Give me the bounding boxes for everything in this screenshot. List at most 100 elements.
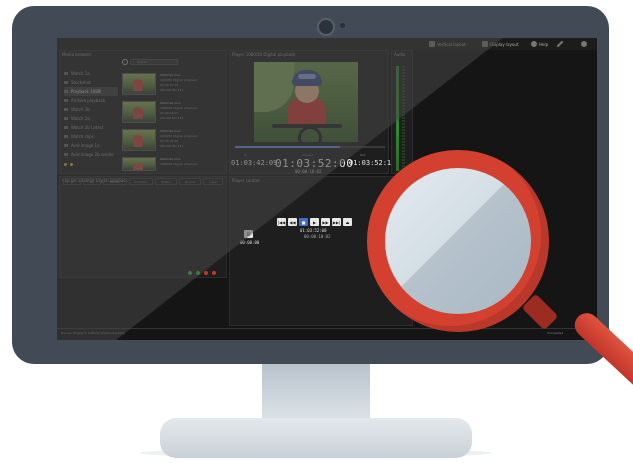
folder-label: Stockshot — [71, 80, 91, 85]
topbar-button-label: Vertical layout — [437, 41, 466, 47]
timecode-in: 01:03:42:09 — [231, 159, 278, 167]
status-divider — [57, 328, 597, 329]
star-icon[interactable] — [70, 163, 73, 166]
folder-list: Watch 1a Stockshot Playback 1080i Archiv… — [64, 69, 118, 159]
clip-thumbnail[interactable] — [122, 73, 156, 95]
record-button[interactable]: B — [244, 230, 253, 238]
star-icon[interactable] — [64, 163, 67, 166]
wrench-icon — [556, 40, 564, 48]
record-timecode: 00:00:00 — [240, 240, 260, 245]
status-dot-green — [196, 271, 200, 275]
folder-icon — [64, 153, 68, 156]
control-timecode: 01:03:52:00 — [300, 228, 327, 233]
folder-item[interactable]: Avid image 1a — [64, 141, 118, 150]
folder-item[interactable]: Watch clips — [64, 132, 118, 141]
clip-thumbnail[interactable] — [122, 101, 156, 123]
column-header[interactable]: ID — [83, 178, 101, 185]
rewind-button[interactable]: ◀◀ — [288, 218, 297, 226]
subject-helmet — [292, 70, 322, 86]
folder-item[interactable]: Watch 2b Latest — [64, 123, 118, 132]
audio-meter — [396, 66, 399, 171]
clip-format: 1080i50 Digital playback — [160, 162, 198, 166]
folder-item[interactable]: Stockshot — [64, 78, 118, 87]
folder-label: Watch 1a — [71, 71, 90, 76]
column-header[interactable]: # — [63, 178, 81, 185]
folder-item[interactable]: Avid image 2b render — [64, 150, 118, 159]
help-button[interactable]: Help — [531, 40, 548, 48]
folder-label: Archive playback — [71, 98, 106, 103]
clip-codec: XDCAM HD 422 — [160, 144, 184, 148]
folder-item[interactable]: Watch 1a — [64, 69, 118, 78]
folder-icon — [64, 72, 68, 75]
goto-start-button[interactable]: |◀◀ — [277, 218, 286, 226]
timecode-out-label: Out — [360, 153, 366, 157]
status-dot-red — [204, 271, 208, 275]
folder-icon — [64, 108, 68, 111]
folder-item-selected[interactable]: Playback 1080i — [64, 87, 118, 96]
folder-label: Watch 2b Latest — [71, 125, 104, 130]
panel-title: Player 1080i50 Digital playback — [232, 52, 296, 57]
monitor-stand-base — [160, 418, 472, 458]
language-button[interactable] — [581, 40, 587, 48]
folder-label: Avid image 1a — [71, 143, 100, 148]
status-dot-red — [212, 271, 216, 275]
folder-label: Watch 1b — [71, 107, 90, 112]
media-browser-panel: Media browser Search Watch 1a Stockshot … — [59, 50, 227, 174]
status-left: Device: Playback 1080i50 Digital playbac… — [61, 331, 125, 335]
folder-item[interactable]: Watch 2a — [64, 114, 118, 123]
display-layout-button[interactable]: Display layout — [482, 40, 519, 48]
goto-end-button[interactable]: ▶▶| — [332, 218, 341, 226]
topbar-button-label: Help — [539, 41, 549, 47]
scrub-bar[interactable] — [235, 146, 385, 148]
folder-icon — [64, 117, 68, 120]
clip-metadata: Watch1a.mov 1080i50 Digital playback 00:… — [160, 73, 210, 93]
folder-icon — [64, 144, 68, 147]
topbar-button-label: Display layout — [490, 41, 519, 47]
clip-codec: XDCAM HD 422 — [160, 116, 184, 120]
stop-button[interactable]: ■ — [299, 218, 308, 226]
play-button[interactable]: ▶ — [310, 218, 319, 226]
search-icon — [122, 59, 128, 65]
video-viewer[interactable] — [254, 62, 358, 142]
settings-button[interactable] — [556, 40, 564, 48]
column-header[interactable]: Name — [103, 178, 127, 185]
timecode-out: 01:03:52:11 — [349, 159, 396, 167]
help-icon — [531, 41, 537, 47]
panel-title: Media browser — [62, 52, 92, 57]
column-header[interactable]: Status — [155, 178, 177, 185]
column-header[interactable]: Device — [179, 178, 201, 185]
folder-icon — [64, 126, 68, 129]
search-input[interactable]: Search — [130, 59, 178, 65]
timecode-in-label: In — [244, 153, 247, 157]
clip-metadata: Watch2a.mov 1080i50 Digital playback 00:… — [160, 129, 210, 149]
webcam-led — [340, 23, 345, 28]
status-right: Connected — [547, 331, 564, 335]
audio-meter — [402, 66, 405, 171]
fast-forward-button[interactable]: ▶▶ — [321, 218, 330, 226]
display-icon — [482, 41, 488, 47]
folder-label: Avid image 2b render — [71, 152, 115, 157]
folder-item[interactable]: Watch 1b — [64, 105, 118, 114]
folder-label: Playback 1080i — [71, 89, 102, 94]
monitor-stand-neck — [262, 364, 370, 422]
eject-button[interactable]: ⏏ — [343, 218, 352, 226]
vertical-layout-button[interactable]: Vertical layout — [429, 40, 466, 48]
duration-readout: 00:00:10:02 — [295, 169, 322, 174]
globe-icon — [581, 41, 587, 47]
folder-icon — [64, 90, 68, 93]
app-topbar: Vertical layout Display layout Help — [57, 38, 597, 50]
layout-icon — [429, 41, 435, 47]
folder-item[interactable]: Archive playback — [64, 96, 118, 105]
folder-icon — [64, 135, 68, 138]
column-header[interactable]: Date — [203, 178, 223, 185]
clip-list-panel: Clip list 1080i50 Digital playback — [59, 176, 227, 278]
status-dot-green — [188, 271, 192, 275]
folder-label: Watch 2a — [71, 116, 90, 121]
clip-thumbnail[interactable] — [122, 129, 156, 151]
webcam-icon — [317, 18, 335, 36]
clip-thumbnail[interactable] — [122, 157, 156, 171]
column-header[interactable]: Duration — [129, 178, 153, 185]
panel-title: Audio — [394, 52, 406, 57]
clip-metadata: Watch2b.mov 1080i50 Digital playback — [160, 157, 210, 167]
control-timecode-sub: 00:00:10:02 — [304, 234, 331, 239]
